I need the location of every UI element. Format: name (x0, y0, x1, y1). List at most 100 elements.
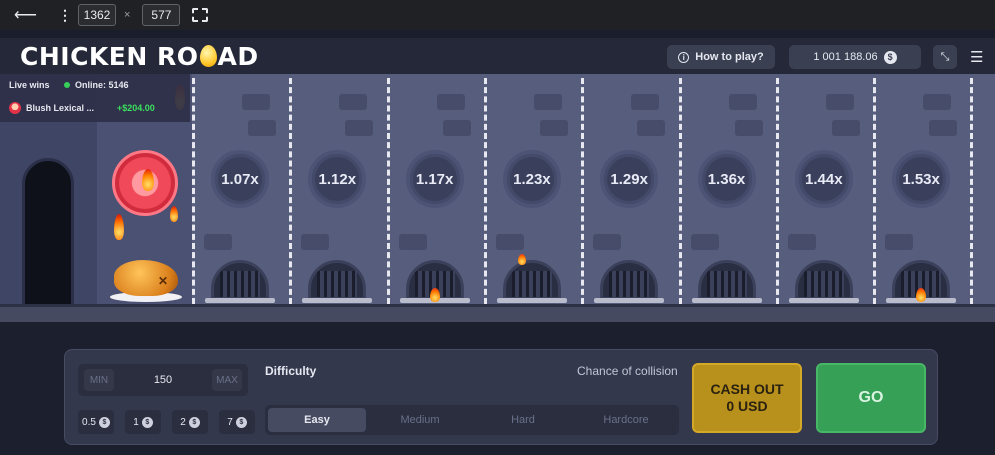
multiplier-coin[interactable]: 1.29x (600, 150, 659, 208)
manhole-base (205, 298, 275, 303)
flame-icon (114, 214, 124, 240)
lane-divider (483, 78, 487, 304)
chip-value: 0.5 (82, 416, 96, 428)
bet-control-panel: MIN 150 MAX 0.5 $1 $2 $7 $ Difficulty Chance… (64, 349, 938, 445)
grate-bars (220, 271, 260, 297)
logo-text-start: CHICKEN RO (20, 42, 199, 71)
difficulty-option-hard[interactable]: Hard (474, 408, 572, 432)
dead-eye-icon: ✕ (158, 274, 169, 288)
lane: 1.23x (483, 74, 581, 306)
collision-chance-label: Chance of collision (577, 364, 678, 378)
viewport-width-field[interactable]: 1362 (78, 4, 116, 26)
multiplier-coin[interactable]: 1.36x (697, 150, 756, 208)
quick-bet-chip[interactable]: 2 $ (172, 410, 208, 434)
lane: 1.53x (873, 74, 970, 306)
info-icon: i (678, 51, 690, 63)
cash-out-label: CASH OUT (710, 381, 784, 397)
manhole-base (788, 298, 859, 303)
wall-brick (495, 234, 524, 250)
multiplier-coin[interactable]: 1.53x (892, 150, 951, 208)
lane-divider (581, 78, 585, 304)
dollar-coin-icon: $ (188, 416, 200, 428)
multiplier-coin[interactable]: 1.17x (405, 150, 464, 208)
quick-bet-chip[interactable]: 0.5 $ (78, 410, 114, 434)
balance-display: 1 001 188.06 $ (789, 45, 921, 69)
wall-brick (301, 234, 330, 250)
avatar (9, 102, 21, 114)
manhole-base (594, 298, 665, 303)
grate-bars (706, 271, 747, 297)
logo-text-end: AD (217, 42, 259, 71)
lane-divider (192, 78, 195, 304)
cash-out-button[interactable]: CASH OUT 0 USD (692, 363, 802, 433)
quick-bet-chip[interactable]: 7 $ (219, 410, 255, 434)
bet-amount-input[interactable]: 150 (138, 364, 188, 396)
back-arrow-icon[interactable]: ⟵ (14, 5, 37, 25)
difficulty-option-hardcore[interactable]: Hardcore (577, 408, 675, 432)
go-button[interactable]: GO (816, 363, 926, 433)
manhole-grate (600, 260, 659, 300)
game-header: CHICKEN RO AD i How to play? 1 001 188.06… (0, 38, 995, 74)
golden-egg-icon (199, 45, 217, 67)
dollar-coin-icon: $ (883, 50, 897, 64)
flame-icon (518, 254, 526, 265)
wall-brick (631, 94, 660, 110)
wall-brick (929, 120, 958, 136)
flame-icon (170, 206, 178, 222)
lane: 1.44x (775, 74, 873, 306)
manhole-grate (794, 260, 853, 300)
wall-brick (923, 94, 952, 110)
grate-bars (609, 271, 650, 297)
chip-value: 2 (180, 416, 186, 428)
manhole-base (496, 298, 567, 303)
dimension-separator: × (124, 9, 131, 21)
bet-amount-box: MIN 150 MAX (78, 364, 248, 396)
wall-brick (398, 234, 427, 250)
more-options-icon[interactable]: ⋮ (58, 7, 72, 24)
dollar-coin-icon: $ (98, 416, 110, 428)
fit-to-window-icon[interactable] (192, 8, 209, 22)
lane-divider (289, 78, 293, 304)
wall-brick (436, 94, 465, 110)
quick-bet-chip[interactable]: 1 $ (125, 410, 161, 434)
lane-divider (775, 78, 779, 304)
wall-brick (831, 120, 860, 136)
viewport-height-field[interactable]: 577 (142, 4, 181, 26)
lane: 1.12x (289, 74, 386, 306)
grate-bars (803, 271, 844, 297)
manhole-base (302, 298, 373, 303)
wall-brick (442, 120, 471, 136)
bottom-area: MIN 150 MAX 0.5 $1 $2 $7 $ Difficulty Chance… (0, 322, 995, 455)
min-bet-button[interactable]: MIN (84, 369, 114, 391)
difficulty-label: Difficulty (265, 364, 317, 378)
wall-brick (533, 94, 562, 110)
grate-bars (317, 271, 358, 297)
online-count-label: Online: 5146 (75, 80, 129, 90)
dollar-coin-icon: $ (235, 416, 247, 428)
multiplier-coin[interactable]: 1.12x (308, 150, 367, 208)
manhole-grate (697, 260, 756, 300)
difficulty-option-easy[interactable]: Easy (268, 408, 366, 432)
lane-divider (386, 78, 390, 304)
max-bet-button[interactable]: MAX (212, 369, 242, 391)
lane-divider (970, 78, 974, 304)
chip-value: 1 (133, 416, 139, 428)
multiplier-coin[interactable]: 1.23x (502, 150, 561, 208)
wall-brick (539, 120, 568, 136)
multiplier-coin[interactable]: 1.44x (794, 150, 853, 208)
hamburger-menu-icon[interactable]: ☰ (970, 48, 984, 66)
wall-brick (242, 94, 270, 110)
chicken-road-logo: CHICKEN RO AD (20, 42, 259, 71)
devtools-toolbar: ⟵ ⋮ 1362 × 577 (0, 0, 995, 30)
multiplier-coin[interactable]: 1.07x (211, 150, 269, 208)
flame-icon (429, 288, 440, 302)
grate-bars (511, 271, 552, 297)
how-to-play-button[interactable]: i How to play? (667, 45, 775, 69)
wall-brick (825, 94, 854, 110)
fullscreen-toggle-icon[interactable]: ⤡ (933, 45, 957, 69)
difficulty-option-medium[interactable]: Medium (371, 408, 469, 432)
player-name: Blush Lexical ... (26, 103, 95, 113)
road-curb (0, 304, 995, 322)
wall-brick (885, 234, 914, 250)
wall-brick (690, 234, 719, 250)
